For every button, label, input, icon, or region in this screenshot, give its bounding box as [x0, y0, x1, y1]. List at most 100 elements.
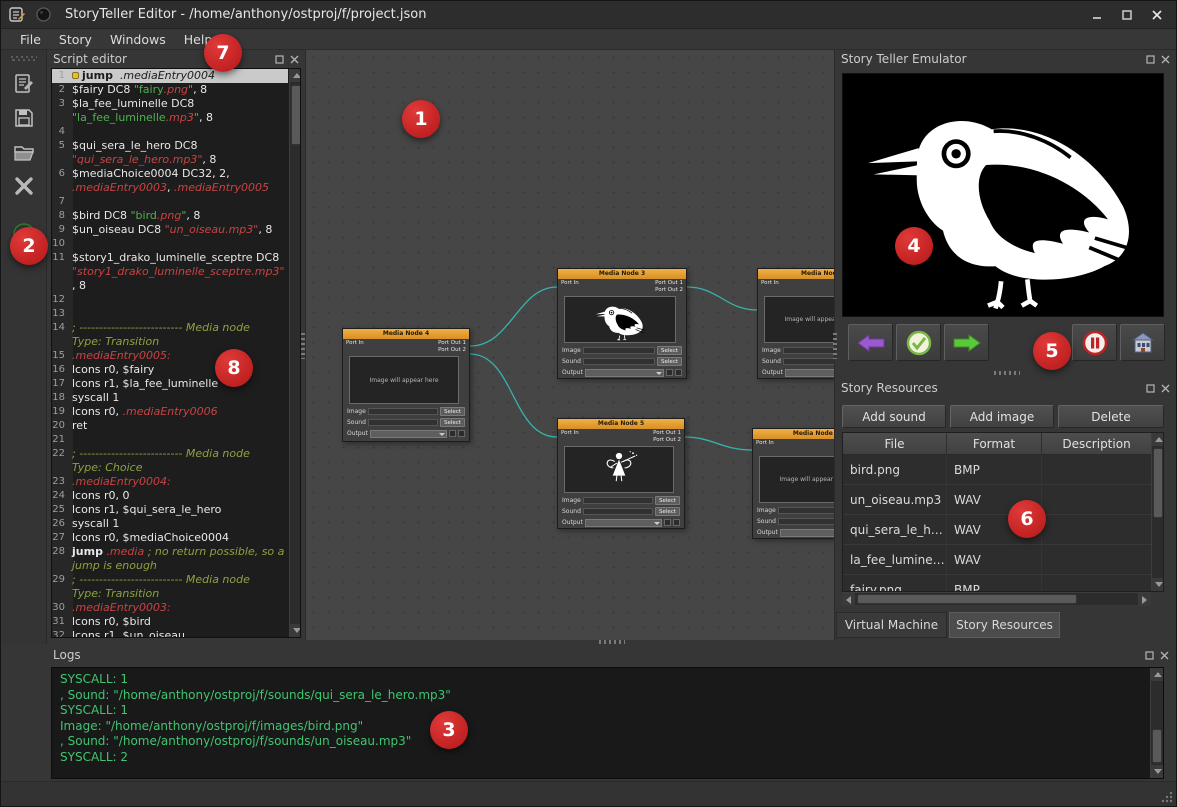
column-header-description[interactable]: Description: [1042, 433, 1152, 454]
node-canvas[interactable]: Media Node 4Port InPort Out 1 Port Out 2…: [305, 50, 835, 640]
pause-button[interactable]: [1072, 324, 1117, 361]
output-combo[interactable]: [585, 519, 662, 527]
script-line[interactable]: 28jump .media ; no return possible, so a…: [52, 545, 288, 573]
port-in-label[interactable]: Port In: [346, 340, 364, 354]
script-editor[interactable]: 1jump .mediaEntry00042$fairy DC8 "fairy.…: [51, 68, 301, 638]
table-row[interactable]: qui_sera_le_h…WAV: [843, 515, 1163, 545]
script-line[interactable]: 26syscall 1: [52, 517, 288, 531]
close-panel-icon[interactable]: [1159, 650, 1169, 660]
script-line[interactable]: 13: [52, 307, 288, 321]
column-header-file[interactable]: File: [843, 433, 947, 454]
script-line[interactable]: 23.mediaEntry0004:: [52, 475, 288, 489]
script-line[interactable]: 7: [52, 195, 288, 209]
script-line[interactable]: 31lcons r0, $bird: [52, 615, 288, 629]
float-panel-icon[interactable]: [1145, 383, 1155, 393]
media-node-title[interactable]: Media Node: [758, 269, 835, 279]
port-out-labels[interactable]: Port Out 1 Port Out 2: [438, 340, 466, 354]
select-button[interactable]: Select: [655, 496, 680, 505]
output-mini-icon[interactable]: [673, 519, 680, 526]
script-line[interactable]: 19lcons r0, .mediaEntry0006: [52, 405, 288, 419]
script-line[interactable]: 5$qui_sera_le_hero DC8 "qui_sera_le_hero…: [52, 139, 288, 167]
script-line[interactable]: 17lcons r1, $la_fee_luminelle: [52, 377, 288, 391]
script-line[interactable]: 9$un_oiseau DC8 "un_oiseau.mp3", 8: [52, 223, 288, 237]
float-panel-icon[interactable]: [1145, 54, 1155, 64]
script-line[interactable]: 3$la_fee_luminelle DC8 "la_fee_luminelle…: [52, 97, 288, 125]
forward-button[interactable]: [944, 324, 989, 361]
table-row[interactable]: un_oiseau.mp3WAV: [843, 485, 1163, 515]
script-line[interactable]: 24lcons r0, 0: [52, 489, 288, 503]
minimize-button[interactable]: [1082, 5, 1112, 25]
script-line[interactable]: 15.mediaEntry0005:: [52, 349, 288, 363]
menu-windows[interactable]: Windows: [101, 30, 175, 49]
table-hscrollbar[interactable]: [842, 592, 1151, 605]
media-node[interactable]: Media Node 3Port InPort Out 1 Port Out 2…: [557, 268, 687, 379]
port-out-labels[interactable]: Port Out 1 Port Out 2: [653, 430, 681, 444]
splitter-handle[interactable]: [994, 371, 1020, 375]
add-image-button[interactable]: Add image: [950, 405, 1054, 428]
logs-output[interactable]: SYSCALL: 1, Sound: "/home/anthony/ostpro…: [51, 667, 1164, 779]
float-panel-icon[interactable]: [1144, 650, 1154, 660]
select-button[interactable]: Select: [657, 357, 682, 366]
script-line[interactable]: 2$fairy DC8 "fairy.png", 8: [52, 83, 288, 97]
script-line[interactable]: 29; -------------------------- Media nod…: [52, 573, 288, 601]
tab-virtual-machine[interactable]: Virtual Machine: [836, 612, 947, 638]
script-line[interactable]: 4: [52, 125, 288, 139]
media-node[interactable]: Media Node 5Port In Port Out 1 Port Out 2…: [557, 418, 685, 529]
delete-button[interactable]: Delete: [1058, 405, 1164, 428]
close-button[interactable]: [1142, 5, 1172, 25]
new-script-button[interactable]: [7, 69, 41, 99]
output-mini-icon[interactable]: [449, 430, 456, 437]
toolbar-grip[interactable]: [11, 56, 37, 61]
output-combo[interactable]: [585, 369, 664, 377]
logs-scrollbar[interactable]: [1150, 668, 1163, 778]
save-button[interactable]: [7, 103, 41, 133]
resize-grip[interactable]: [1160, 790, 1174, 804]
output-mini-icon[interactable]: [666, 369, 673, 376]
script-line[interactable]: 11$story1_drako_luminelle_sceptre DC8 "s…: [52, 251, 288, 293]
output-mini-icon[interactable]: [458, 430, 465, 437]
splitter-handle[interactable]: [599, 640, 625, 644]
script-line[interactable]: 20ret: [52, 419, 288, 433]
media-node-title[interactable]: Media Node 5: [558, 419, 684, 429]
media-node[interactable]: Media NodePort InPort Out 1 Port Out 2Im…: [757, 268, 835, 379]
close-project-button[interactable]: [7, 171, 41, 201]
maximize-button[interactable]: [1112, 5, 1142, 25]
select-button[interactable]: Select: [655, 507, 680, 516]
column-header-format[interactable]: Format: [947, 433, 1042, 454]
table-row[interactable]: bird.pngBMP: [843, 455, 1163, 485]
menu-file[interactable]: File: [11, 30, 50, 49]
script-line[interactable]: 8$bird DC8 "bird.png", 8: [52, 209, 288, 223]
script-line[interactable]: 18syscall 1: [52, 391, 288, 405]
script-line[interactable]: 12: [52, 293, 288, 307]
port-in-label[interactable]: Port In: [761, 280, 779, 294]
splitter-handle[interactable]: [833, 333, 837, 359]
output-combo[interactable]: [370, 430, 447, 438]
close-panel-icon[interactable]: [289, 54, 299, 64]
table-row[interactable]: la_fee_lumine…WAV: [843, 545, 1163, 575]
table-row[interactable]: fairy.pngBMP: [843, 575, 1163, 592]
port-out-labels[interactable]: Port Out 1 Port Out 2: [655, 280, 683, 294]
close-panel-icon[interactable]: [1160, 383, 1170, 393]
media-node[interactable]: Media Node 6Port InPort Out 1 Port Out 2…: [752, 428, 835, 539]
splitter-handle[interactable]: [301, 333, 305, 359]
script-line[interactable]: 30.mediaEntry0003:: [52, 601, 288, 615]
float-panel-icon[interactable]: [274, 54, 284, 64]
table-vscrollbar[interactable]: [1151, 433, 1164, 591]
media-node[interactable]: Media Node 4Port In Port Out 1 Port Out 2…: [342, 328, 470, 442]
output-combo[interactable]: [785, 369, 835, 377]
media-node-title[interactable]: Media Node 4: [343, 329, 469, 339]
script-scrollbar[interactable]: [289, 69, 301, 637]
add-sound-button[interactable]: Add sound: [842, 405, 946, 428]
home-button[interactable]: [1120, 324, 1165, 361]
script-line[interactable]: 21: [52, 433, 288, 447]
close-panel-icon[interactable]: [1160, 54, 1170, 64]
script-line[interactable]: 6$mediaChoice0004 DC32, 2, .mediaEntry00…: [52, 167, 288, 195]
script-line[interactable]: 10: [52, 237, 288, 251]
script-line[interactable]: 32lcons r1, $un_oiseau: [52, 629, 288, 638]
output-combo[interactable]: [780, 529, 835, 537]
port-in-label[interactable]: Port In: [561, 280, 579, 294]
back-button[interactable]: [848, 324, 893, 361]
select-button[interactable]: Select: [440, 407, 465, 416]
output-mini-icon[interactable]: [664, 519, 671, 526]
port-in-label[interactable]: Port In: [561, 430, 579, 444]
